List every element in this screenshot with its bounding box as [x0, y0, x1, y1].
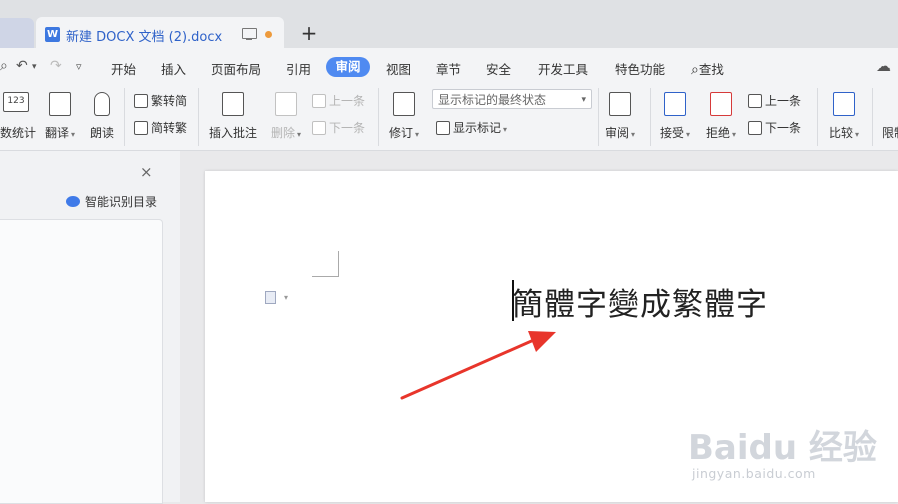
baidu-watermark: Baidu 经验: [688, 428, 877, 468]
watermark-url: jingyan.baidu.com: [692, 466, 816, 481]
